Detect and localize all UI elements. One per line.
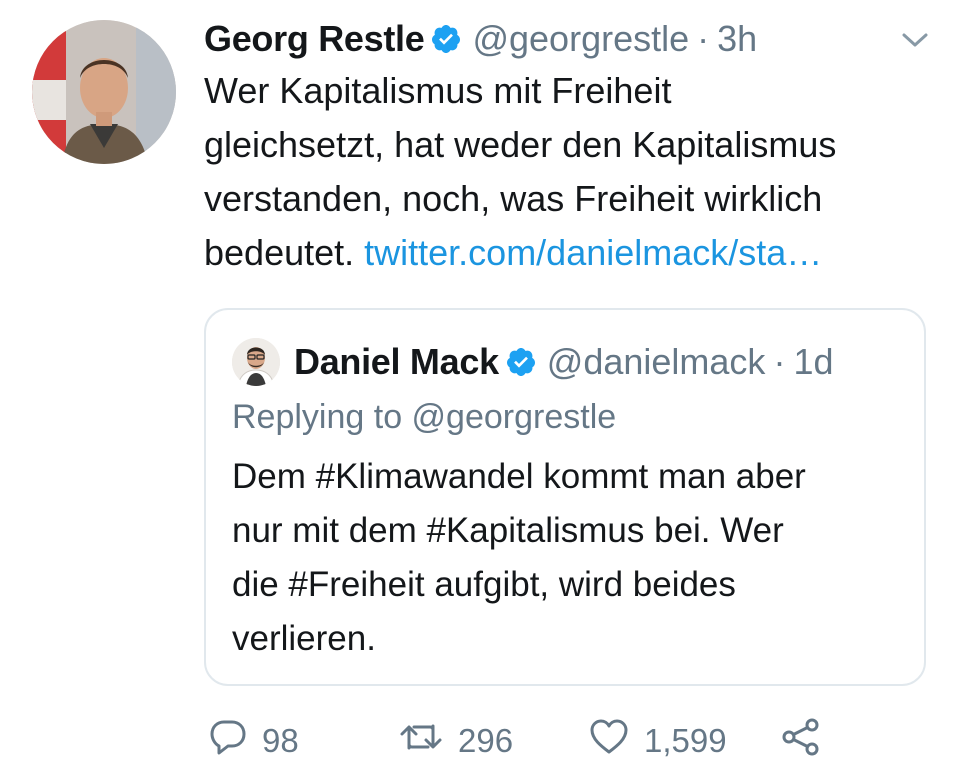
- quoted-tweet-header: Daniel Mack @danielmack · 1d: [232, 336, 833, 388]
- verified-badge-icon: [430, 23, 462, 55]
- quoted-text-line: Dem #Klimawandel kommt man aber: [232, 457, 806, 496]
- share-icon: [780, 717, 822, 765]
- quoted-tweet-text: Dem #Klimawandel kommt man aber nur mit …: [232, 450, 912, 666]
- author-avatar[interactable]: [32, 20, 176, 164]
- share-button[interactable]: [780, 717, 822, 765]
- action-bar: 98 296 1,599: [208, 716, 822, 766]
- quoted-tweet[interactable]: Daniel Mack @danielmack · 1d Replying to…: [204, 308, 926, 686]
- tweet-link[interactable]: twitter.com/danielmack/sta…: [364, 232, 822, 273]
- replying-to: Replying to @georgrestle: [232, 398, 617, 436]
- heart-icon: [588, 717, 630, 765]
- retweet-count: 296: [458, 722, 514, 759]
- separator-dot: ·: [773, 341, 786, 382]
- tweet-card[interactable]: Georg Restle @georgrestle · 3h Wer Kapit…: [0, 0, 960, 779]
- tweet-time[interactable]: 3h: [717, 18, 757, 60]
- tweet-text-segment: bedeutet.: [204, 232, 365, 273]
- retweet-icon: [398, 717, 444, 765]
- quoted-tweet-time[interactable]: 1d: [793, 341, 833, 383]
- tweet-text: Wer Kapitalismus mit Freiheit gleichsetz…: [204, 64, 934, 280]
- quoted-text-line: verlieren.: [232, 619, 376, 658]
- quoted-text-line: die #Freiheit aufgibt, wird beides: [232, 565, 736, 604]
- separator-dot: ·: [697, 18, 710, 59]
- tweet-text-line: verstanden, noch, was Freiheit wirklich: [204, 178, 823, 219]
- author-handle[interactable]: @georgrestle: [472, 18, 689, 60]
- reply-icon: [208, 717, 248, 765]
- author-name[interactable]: Georg Restle: [204, 18, 425, 60]
- like-count: 1,599: [644, 722, 727, 759]
- like-button[interactable]: 1,599: [588, 717, 780, 765]
- retweet-button[interactable]: 296: [398, 717, 588, 765]
- tweet-text-line: Wer Kapitalismus mit Freiheit: [204, 70, 672, 111]
- reply-count: 98: [262, 722, 299, 759]
- quoted-author-handle[interactable]: @danielmack: [547, 341, 766, 383]
- tweet-text-line: gleichsetzt, hat weder den Kapitalismus: [204, 124, 837, 165]
- quoted-text-line: nur mit dem #Kapitalismus bei. Wer: [232, 511, 784, 550]
- tweet-text-line-last: bedeutet. twitter.com/danielmack/sta…: [204, 226, 934, 280]
- verified-badge-icon: [505, 346, 537, 378]
- chevron-down-icon[interactable]: [898, 26, 932, 54]
- reply-button[interactable]: 98: [208, 717, 398, 765]
- tweet-header: Georg Restle @georgrestle · 3h: [204, 14, 757, 64]
- quoted-author-name[interactable]: Daniel Mack: [294, 341, 499, 383]
- quoted-author-avatar[interactable]: [232, 338, 280, 386]
